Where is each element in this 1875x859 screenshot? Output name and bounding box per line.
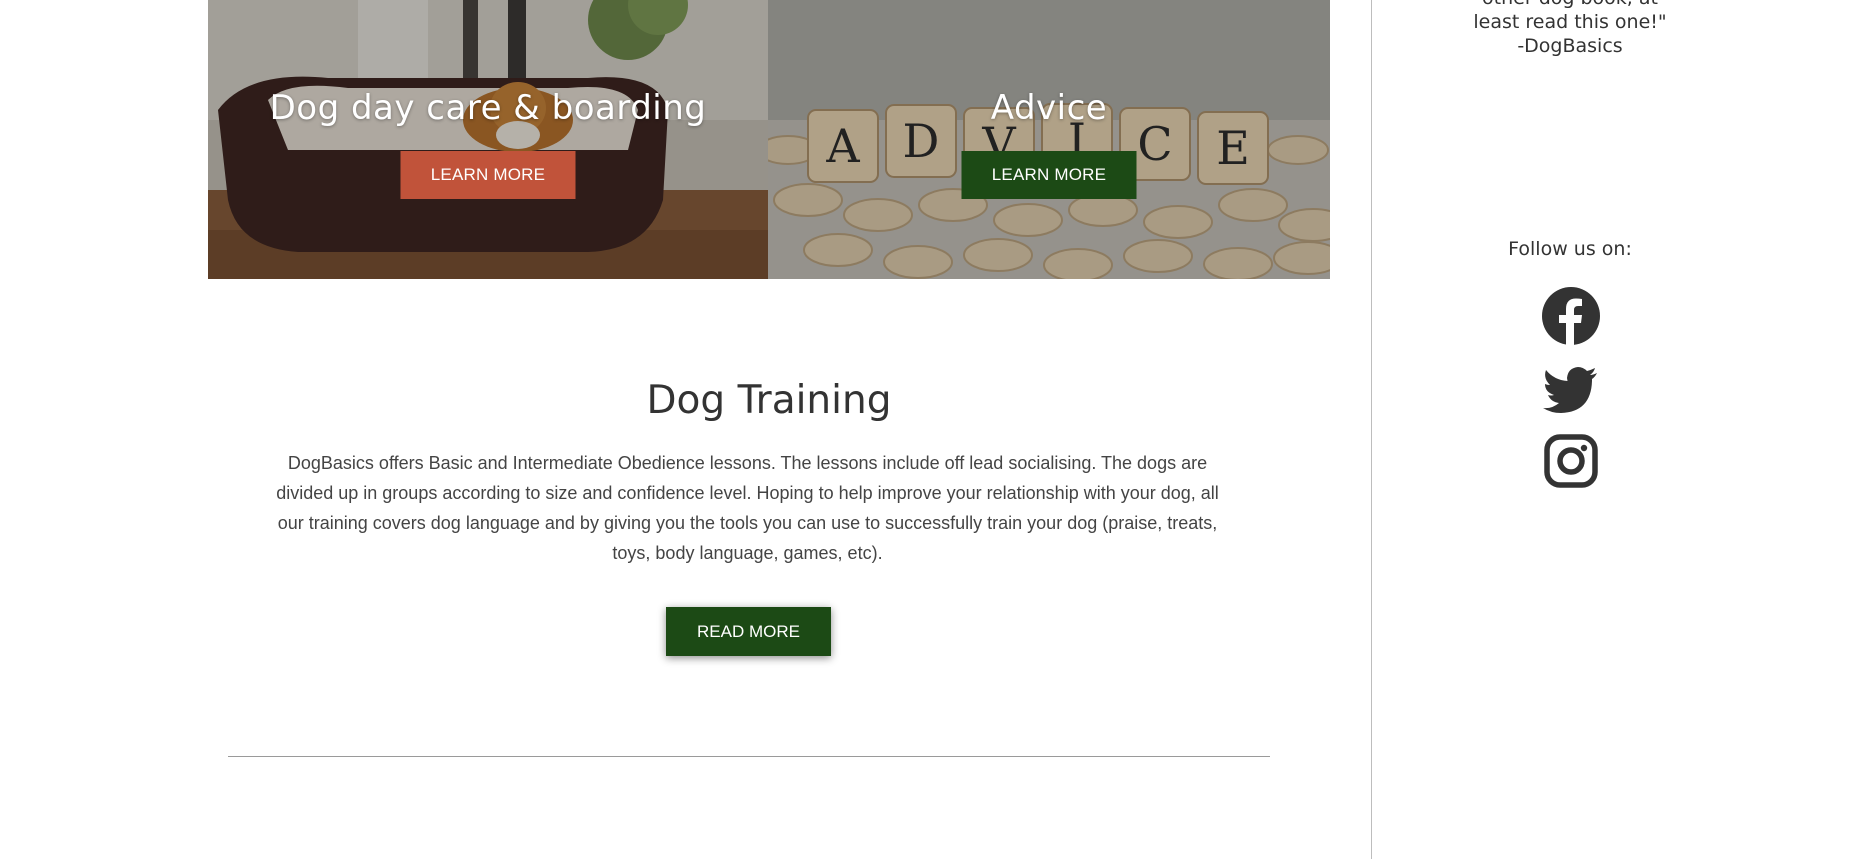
section-divider: [228, 756, 1270, 757]
advice-dice-image: A D V I C E: [768, 0, 1330, 279]
twitter-link[interactable]: [1542, 360, 1600, 418]
twitter-icon: [1543, 367, 1597, 413]
daycare-tile[interactable]: Dog day care & boarding LEARN MORE: [208, 0, 768, 279]
dog-training-heading: Dog Training: [646, 378, 892, 423]
quote-attribution: -DogBasics: [1517, 35, 1623, 57]
quote-line: other dog book, at: [1440, 0, 1700, 10]
sidebar-separator: [1371, 0, 1372, 859]
instagram-icon: [1544, 434, 1598, 488]
daycare-title: Dog day care & boarding: [269, 88, 707, 128]
advice-learn-more-button[interactable]: LEARN MORE: [961, 151, 1137, 199]
daycare-learn-more-button[interactable]: LEARN MORE: [400, 151, 576, 199]
instagram-link[interactable]: [1542, 432, 1600, 490]
advice-title: Advice: [990, 88, 1108, 128]
dog-bed-image: [208, 0, 768, 279]
read-more-button[interactable]: READ MORE: [666, 607, 831, 656]
testimonial-quote: other dog book, at least read this one!"…: [1440, 0, 1700, 58]
facebook-icon: [1542, 287, 1600, 345]
quote-line: least read this one!": [1473, 11, 1667, 33]
dog-training-description: DogBasics offers Basic and Intermediate …: [276, 453, 1219, 563]
advice-tile[interactable]: A D V I C E Advice LEARN MORE: [768, 0, 1330, 279]
follow-us-label: Follow us on:: [1508, 238, 1632, 260]
facebook-link[interactable]: [1542, 287, 1600, 345]
